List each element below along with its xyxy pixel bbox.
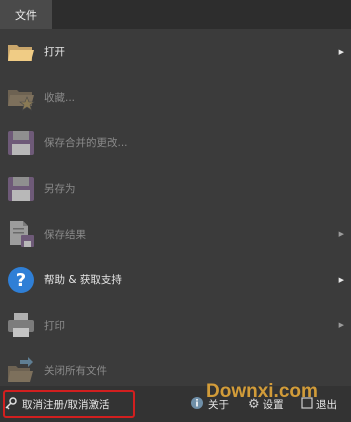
menu-item-label: 保存合并的更改...	[44, 137, 128, 150]
menu-item-print[interactable]: 打印 ▶	[0, 303, 351, 349]
info-icon	[190, 396, 204, 413]
menu-item-label: 关闭所有文件	[44, 365, 107, 378]
close-files-icon	[6, 356, 36, 386]
key-icon	[4, 396, 18, 413]
menu-item-label: 打印	[44, 319, 65, 332]
menu-item-save-results[interactable]: 保存结果 ▶	[0, 211, 351, 257]
floppy-disk-icon	[6, 174, 36, 204]
tab-bar: 文件	[0, 0, 351, 29]
submenu-arrow-icon: ▶	[338, 321, 344, 330]
tab-file[interactable]: 文件	[0, 0, 52, 29]
menu-item-label: 收藏...	[44, 91, 76, 104]
menu-item-help-support[interactable]: ? 帮助 & 获取支持 ▶	[0, 257, 351, 303]
menu-item-label: 保存结果	[44, 228, 86, 241]
menu-item-save-merged[interactable]: 保存合并的更改...	[0, 120, 351, 166]
document-save-icon	[6, 219, 36, 249]
floppy-disk-icon	[6, 128, 36, 158]
folder-open-icon	[6, 37, 36, 67]
file-menu: 打开 ▶ 收藏... 保存合并的更改... 另存为 保存结果 ▶ ? 帮助 & …	[0, 29, 351, 394]
menu-item-save-as[interactable]: 另存为	[0, 166, 351, 212]
folder-star-icon	[6, 82, 36, 112]
help-icon: ?	[6, 265, 36, 295]
submenu-arrow-icon: ▶	[338, 47, 344, 56]
menu-item-label: 打开	[44, 46, 65, 59]
deactivate-label: 取消注册/取消激活	[22, 398, 110, 411]
deactivate-button[interactable]: 取消注册/取消激活	[4, 386, 110, 422]
svg-text:?: ?	[16, 270, 26, 291]
menu-item-favorites[interactable]: 收藏...	[0, 75, 351, 121]
printer-icon	[6, 310, 36, 340]
exit-label: 退出	[316, 398, 337, 411]
menu-item-label: 另存为	[44, 183, 76, 196]
menu-item-label: 帮助 & 获取支持	[44, 274, 122, 287]
submenu-arrow-icon: ▶	[338, 275, 344, 284]
submenu-arrow-icon: ▶	[338, 230, 344, 239]
menu-item-open[interactable]: 打开 ▶	[0, 29, 351, 75]
watermark: Downxi.com	[206, 381, 318, 402]
